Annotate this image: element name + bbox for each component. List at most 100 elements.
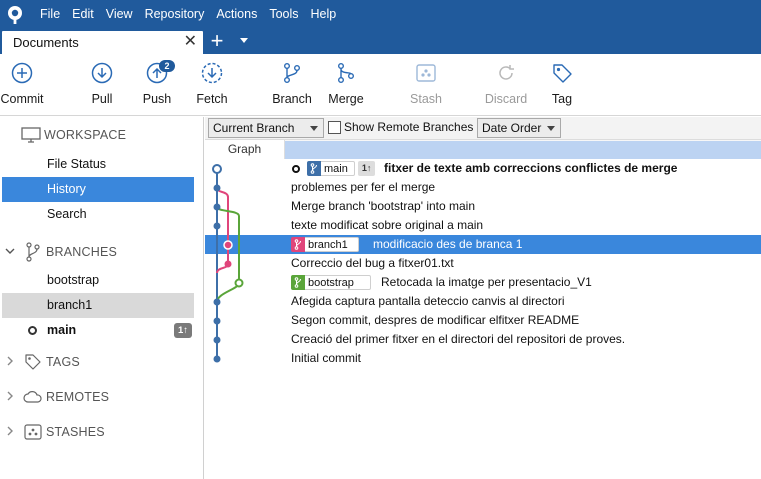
commit-row[interactable]: Afegida captura pantalla deteccio canvis… (205, 292, 761, 311)
sidebar-section-workspace[interactable]: WORKSPACE (0, 118, 204, 152)
branch-button[interactable]: Branch (262, 62, 322, 106)
sidebar-item-search[interactable]: Search (2, 202, 194, 227)
discard-button[interactable]: Discard (476, 62, 536, 106)
commit-row[interactable]: problemes per fer el merge (205, 178, 761, 197)
commit-icon (11, 62, 33, 84)
chevron-right-icon[interactable] (0, 356, 20, 369)
commit-row[interactable]: main 1↑ fitxer de texte amb correccions … (205, 159, 761, 178)
new-tab-icon[interactable]: + (207, 30, 227, 52)
stash-button[interactable]: Stash (396, 62, 456, 106)
sidebar-section-tags[interactable]: TAGS (0, 345, 204, 379)
graph-header-bar (285, 141, 761, 159)
branch-chip-bootstrap[interactable]: bootstrap (291, 275, 371, 290)
pull-label: Pull (91, 92, 113, 106)
commit-row[interactable]: bootstrap Retocada la imatge per present… (205, 273, 761, 292)
fetch-button[interactable]: Fetch (182, 62, 242, 106)
tag-icon (20, 353, 46, 371)
stashes-label: STASHES (46, 425, 105, 439)
monitor-icon (18, 127, 44, 143)
tag-icon (553, 64, 572, 83)
merge-button[interactable]: Merge (316, 62, 376, 106)
menu-tools[interactable]: Tools (263, 0, 304, 29)
graph-node[interactable] (213, 184, 221, 192)
sidebar-section-branches[interactable]: BRANCHES (0, 235, 204, 269)
sidebar-item-history[interactable]: History (2, 177, 194, 202)
commit-row[interactable]: Segon commit, despres de modificar elfit… (205, 311, 761, 330)
graph-node[interactable] (213, 222, 221, 230)
commit-row-selected[interactable]: branch1 modificacio des de branca 1 (205, 235, 761, 254)
branch-chip-label: branch1 (305, 237, 359, 252)
chevron-right-icon[interactable] (0, 426, 20, 439)
sidebar-section-stashes[interactable]: STASHES (0, 415, 204, 449)
menu-repository[interactable]: Repository (139, 0, 211, 29)
tab-documents[interactable]: Documents ✕ (2, 31, 203, 54)
pull-icon (91, 62, 113, 84)
graph-node-branch1[interactable] (223, 240, 233, 250)
commit-row[interactable]: Correccio del bug a fitxer01.txt (205, 254, 761, 273)
stash-icon (416, 64, 436, 82)
commit-message: Afegida captura pantalla deteccio canvis… (291, 294, 565, 308)
commit-row[interactable]: texte modificat sobre original a main (205, 216, 761, 235)
commit-message: problemes per fer el merge (291, 180, 436, 194)
graph-node[interactable] (213, 317, 221, 325)
commit-message: Creació del primer fitxer en el director… (291, 332, 626, 346)
graph-node[interactable] (213, 298, 221, 306)
commit-label: Commit (0, 92, 44, 106)
sidebar-item-file-status[interactable]: File Status (2, 152, 194, 177)
graph-node[interactable] (224, 260, 232, 268)
commit-list: main 1↑ fitxer de texte amb correccions … (205, 159, 761, 479)
filter-bar: Current Branch Show Remote Branches Date… (205, 117, 761, 140)
commit-message: Retocada la imatge per presentacio_V1 (381, 275, 592, 289)
menu-bar: File Edit View Repository Actions Tools … (0, 0, 761, 29)
commit-message: Correccio del bug a fitxer01.txt (291, 256, 454, 270)
show-remote-checkbox[interactable] (328, 121, 341, 134)
tab-dropdown-icon[interactable] (240, 38, 248, 43)
menu-file[interactable]: File (34, 0, 66, 29)
sidebar-item-main-label: main (47, 323, 77, 337)
ahead-badge: 1↑ (173, 323, 192, 338)
graph-node-bootstrap[interactable] (234, 278, 244, 288)
sidebar-item-branch1[interactable]: branch1 (2, 293, 194, 318)
cloud-icon (20, 390, 46, 404)
branch-chip-branch1[interactable]: branch1 (291, 237, 359, 252)
commit-message: modificacio des de branca 1 (373, 237, 523, 251)
branch-chip-main[interactable]: main 1↑ (307, 161, 376, 176)
discard-icon (499, 65, 514, 80)
menu-edit[interactable]: Edit (66, 0, 100, 29)
menu-actions[interactable]: Actions (210, 0, 263, 29)
graph-node[interactable] (213, 203, 221, 211)
push-button[interactable]: 2 Push (127, 60, 187, 106)
show-remote-label: Show Remote Branches (344, 120, 474, 134)
graph-header-label[interactable]: Graph (205, 140, 285, 159)
stash-label: Stash (410, 92, 442, 106)
branch-icon (20, 242, 46, 262)
commit-button[interactable]: Commit (0, 62, 52, 106)
chevron-right-icon[interactable] (0, 391, 20, 404)
commit-message: fitxer de texte amb correccions conflict… (384, 161, 678, 175)
branch-chip-label: main (321, 161, 355, 176)
tag-button[interactable]: Tag (532, 62, 592, 106)
branch-icon (291, 237, 305, 252)
sidebar-item-main[interactable]: main 1↑ (2, 318, 194, 343)
commit-row[interactable]: Creació del primer fitxer en el director… (205, 330, 761, 349)
close-tab-icon[interactable]: ✕ (184, 34, 197, 50)
sidebar-section-remotes[interactable]: REMOTES (0, 380, 204, 414)
sidebar-item-bootstrap[interactable]: bootstrap (2, 268, 194, 293)
chevron-down-icon[interactable] (0, 246, 20, 258)
ahead-badge: 1↑ (357, 161, 376, 176)
graph-node-head[interactable] (212, 164, 222, 174)
commit-row[interactable]: Merge branch 'bootstrap' into main (205, 197, 761, 216)
menu-view[interactable]: View (100, 0, 139, 29)
graph-node[interactable] (213, 355, 221, 363)
tags-label: TAGS (46, 355, 80, 369)
commit-graph (212, 164, 244, 363)
menu-help[interactable]: Help (305, 0, 343, 29)
fetch-label: Fetch (196, 92, 228, 106)
order-dropdown[interactable]: Date Order (477, 118, 561, 138)
commit-message: Merge branch 'bootstrap' into main (291, 199, 476, 213)
fetch-icon (201, 62, 223, 84)
pull-button[interactable]: Pull (72, 62, 132, 106)
branch-filter-dropdown[interactable]: Current Branch (208, 118, 324, 138)
commit-row[interactable]: Initial commit (205, 349, 761, 368)
graph-node[interactable] (213, 336, 221, 344)
